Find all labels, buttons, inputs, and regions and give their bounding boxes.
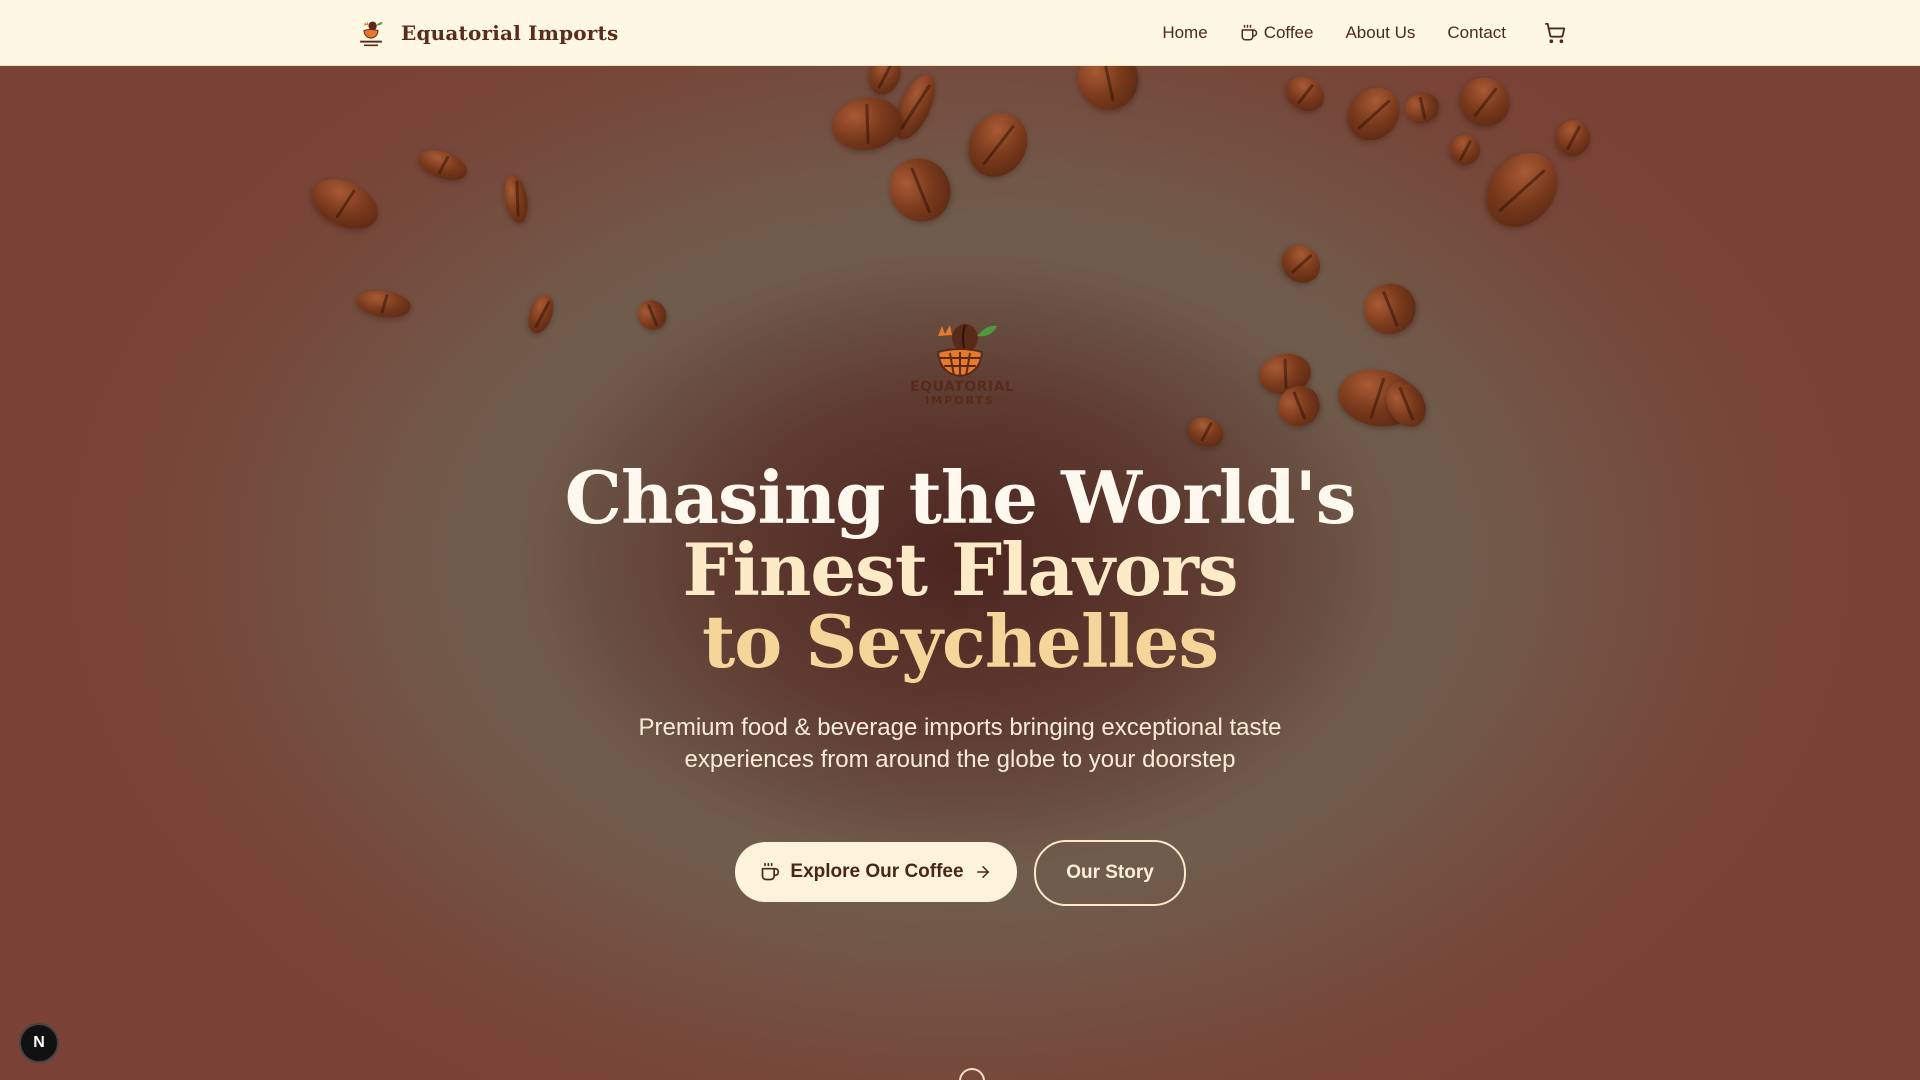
coffee-bean-decoration <box>1445 130 1485 170</box>
top-navbar: Equatorial Imports Home Coffee About Us … <box>0 0 1920 66</box>
nav-link-label: About Us <box>1345 22 1416 42</box>
shopping-cart-icon[interactable] <box>1544 22 1566 44</box>
hero-logo-subtext: IMPORTS <box>925 394 995 407</box>
hero-logo: EQUATORIAL IMPORTS <box>910 320 1015 410</box>
scroll-down-indicator[interactable] <box>959 1068 985 1080</box>
nav-links: Home Coffee About Us Contact <box>1162 0 1566 65</box>
coffee-cup-icon <box>762 862 780 881</box>
nav-link-label: Contact <box>1447 22 1506 42</box>
hero-logo-wordmark: EQUATORIAL <box>910 379 1015 395</box>
coffee-bean-decoration <box>878 147 962 233</box>
arrow-right-icon <box>976 866 989 878</box>
hero-headline: Chasing the World's Finest Flavors to Se… <box>460 462 1460 678</box>
coffee-bean-decoration <box>1279 70 1331 118</box>
coffee-bean-decoration <box>1274 237 1328 291</box>
our-story-label: Our Story <box>1066 862 1154 883</box>
our-story-button[interactable]: Our Story <box>1034 840 1186 906</box>
coffee-bean-decoration <box>303 169 387 239</box>
nav-link-about[interactable]: About Us <box>1345 23 1415 43</box>
nav-link-coffee[interactable]: Coffee <box>1240 22 1314 43</box>
dev-tools-badge[interactable]: N <box>19 1023 59 1063</box>
coffee-basket-logo-icon <box>360 21 383 47</box>
coffee-bean-decoration <box>415 144 471 186</box>
coffee-bean-decoration <box>957 102 1039 188</box>
coffee-bean-decoration <box>1354 274 1426 344</box>
coffee-bean-decoration <box>1550 115 1596 161</box>
coffee-cup-icon <box>1241 24 1257 40</box>
nav-link-label: Coffee <box>1263 22 1314 42</box>
headline-line-2: Finest Flavors <box>682 527 1239 612</box>
coffee-bean-decoration <box>500 173 532 225</box>
coffee-bean-decoration <box>1184 412 1228 452</box>
coffee-bean-decoration <box>828 92 906 156</box>
coffee-bean-decoration <box>1337 77 1411 151</box>
coffee-bean-decoration <box>632 295 672 335</box>
headline-line-1: Chasing the World's <box>564 455 1357 540</box>
coffee-basket-logo-icon <box>936 324 997 378</box>
coffee-bean-decoration <box>1451 68 1519 136</box>
coffee-bean-decoration <box>1400 88 1444 128</box>
coffee-bean-decoration <box>1471 138 1573 242</box>
coffee-bean-decoration <box>355 287 413 321</box>
brand-name: Equatorial Imports <box>401 21 619 45</box>
nav-link-label: Home <box>1162 22 1208 42</box>
explore-coffee-button[interactable]: Explore Our Coffee <box>735 842 1017 902</box>
explore-coffee-label: Explore Our Coffee <box>790 861 964 882</box>
headline-line-3: to Seychelles <box>701 599 1219 684</box>
subtitle-line-2: experiences from around the globe to you… <box>684 746 1236 773</box>
hero-subtitle: Premium food & beverage imports bringing… <box>560 712 1360 776</box>
subtitle-line-1: Premium food & beverage imports bringing… <box>638 714 1282 741</box>
nav-link-home[interactable]: Home <box>1162 23 1207 43</box>
hero-section: EQUATORIAL IMPORTS Chasing the World's F… <box>0 0 1920 1080</box>
coffee-bean-decoration <box>523 291 559 337</box>
brand-link[interactable]: Equatorial Imports <box>355 17 618 49</box>
nav-link-contact[interactable]: Contact <box>1447 23 1506 43</box>
